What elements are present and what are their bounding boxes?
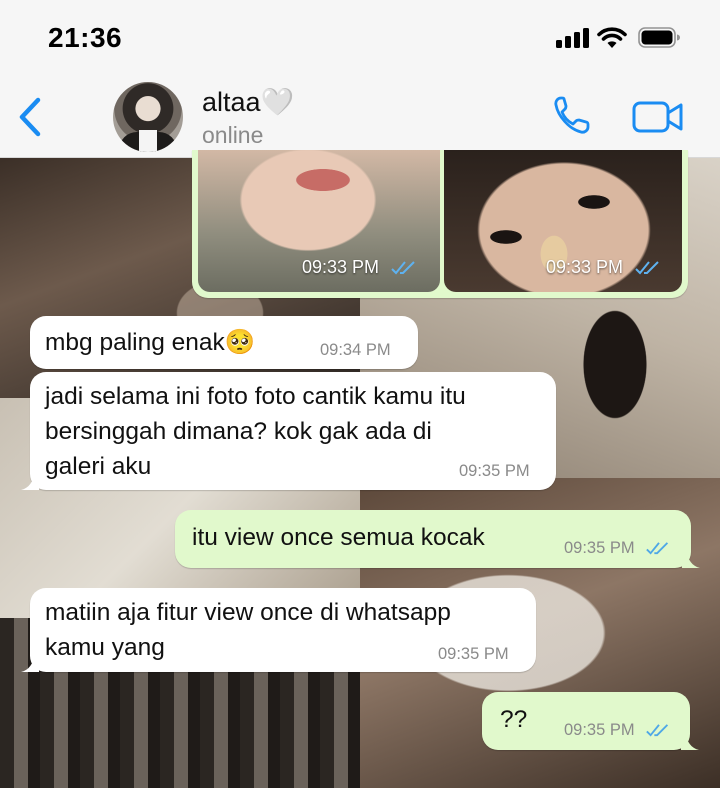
contact-status: online (202, 122, 264, 148)
contact-name[interactable]: altaa🤍 (202, 86, 294, 118)
status-bar: 21:36 (0, 0, 720, 78)
message-time: 09:33 PM (546, 257, 624, 277)
wallpaper-photo (560, 288, 670, 458)
chevron-left-icon[interactable] (14, 94, 48, 140)
battery-icon (638, 27, 680, 48)
message-time: 09:35 PM (438, 645, 509, 663)
message-meta: 09:33 PM (302, 257, 420, 278)
chat-photo[interactable]: 09:33 PM (444, 150, 682, 292)
status-time: 21:36 (48, 22, 123, 53)
message-time: 09:33 PM (302, 257, 380, 277)
outgoing-photo-message[interactable]: 09:33 PM 09:33 PM (192, 150, 688, 298)
incoming-message[interactable]: mbg paling enak🥺 09:34 PM (30, 316, 418, 369)
chat-header: altaa🤍 online (0, 78, 720, 158)
video-camera-icon[interactable] (632, 100, 684, 134)
message-text: matiin aja fitur view once di whatsapp k… (45, 599, 451, 661)
outgoing-message[interactable]: itu view once semua kocak 09:35 PM (175, 510, 700, 568)
message-time: 09:35 PM (564, 721, 635, 739)
message-time: 09:34 PM (320, 341, 391, 359)
message-text: jadi selama ini foto foto cantik kamu it… (45, 383, 466, 480)
message-time: 09:35 PM (564, 539, 635, 557)
message-text: ?? (500, 706, 528, 733)
double-check-icon (646, 542, 669, 555)
phone-icon[interactable] (552, 94, 592, 136)
double-check-icon (635, 261, 659, 275)
bubble-tail (21, 472, 39, 490)
double-check-icon (391, 261, 415, 275)
message-text: itu view once semua kocak (192, 524, 485, 551)
wifi-icon (597, 27, 627, 48)
incoming-message[interactable]: matiin aja fitur view once di whatsapp k… (21, 588, 536, 672)
bubble-tail (681, 732, 699, 750)
cellular-signal-icon (556, 28, 590, 48)
outgoing-message[interactable]: ?? 09:35 PM (482, 692, 699, 750)
message-meta: 09:33 PM (546, 257, 664, 278)
message-text: mbg paling enak🥺 (45, 329, 256, 356)
bubble-tail (21, 654, 39, 672)
bubble-tail (682, 550, 700, 568)
incoming-message[interactable]: jadi selama ini foto foto cantik kamu it… (21, 372, 556, 490)
avatar[interactable] (113, 82, 183, 152)
message-meta: 09:35 PM (564, 721, 673, 740)
chat-photo[interactable]: 09:33 PM (198, 150, 440, 292)
message-time: 09:35 PM (459, 462, 530, 480)
message-meta: 09:35 PM (564, 539, 673, 558)
double-check-icon (646, 724, 669, 737)
